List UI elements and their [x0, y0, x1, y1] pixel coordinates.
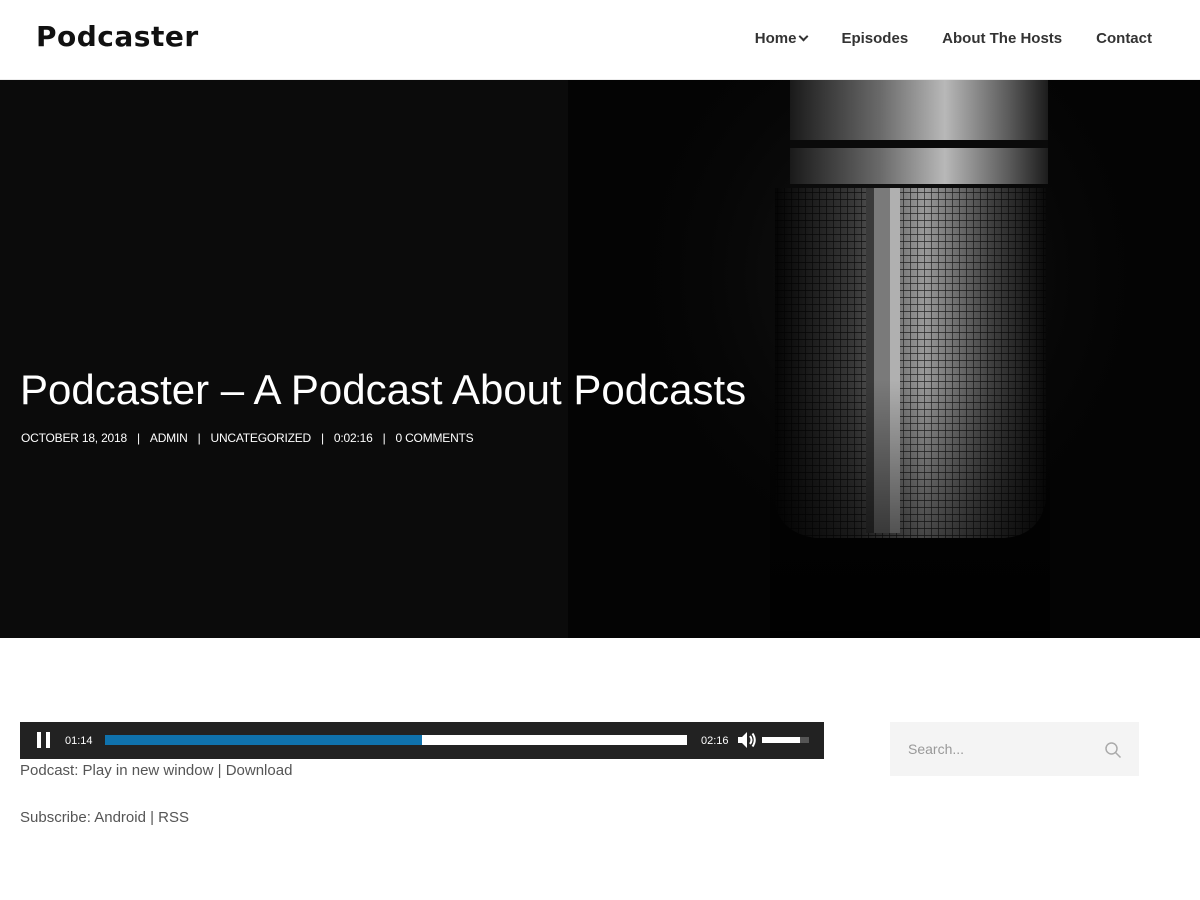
progress-track[interactable]	[105, 735, 687, 745]
search-icon[interactable]	[1104, 741, 1122, 759]
download-link[interactable]: Download	[226, 762, 293, 779]
microphone-image	[640, 80, 1140, 638]
meta-separator: |	[382, 431, 386, 445]
volume-icon[interactable]	[737, 731, 757, 749]
volume-slider[interactable]	[762, 737, 809, 743]
search-input[interactable]	[908, 737, 1088, 761]
podcast-links: Podcast: Play in new window | Download	[20, 762, 292, 779]
play-new-window-link[interactable]: Play in new window	[83, 762, 214, 779]
progress-fill	[105, 735, 422, 745]
duration-time: 02:16	[701, 735, 729, 747]
podcast-label: Podcast:	[20, 762, 79, 779]
hero-banner: Podcaster – A Podcast About Podcasts OCT…	[0, 80, 1200, 638]
subscribe-label: Subscribe:	[20, 809, 91, 826]
nav-item-episodes[interactable]: Episodes	[841, 30, 908, 47]
nav-home-label: Home	[754, 30, 797, 47]
site-logo[interactable]: Podcaster	[36, 20, 199, 53]
post-duration: 0:02:16	[333, 431, 373, 445]
audio-player: 01:14 02:16	[20, 722, 824, 759]
nav-item-about-hosts[interactable]: About The Hosts	[942, 30, 1062, 47]
post-category[interactable]: UNCATEGORIZED	[210, 431, 311, 445]
main-nav: Home Episodes About The Hosts Contact	[755, 30, 1152, 47]
site-header: Podcaster Home Episodes About The Hosts …	[0, 0, 1200, 80]
post-author[interactable]: ADMIN	[150, 431, 188, 445]
current-time: 01:14	[65, 735, 93, 747]
post-meta: OCTOBER 18, 2018 | ADMIN | UNCATEGORIZED…	[21, 431, 474, 445]
post-date[interactable]: OCTOBER 18, 2018	[21, 431, 127, 445]
post-comments[interactable]: 0 COMMENTS	[395, 431, 473, 445]
chevron-down-icon	[799, 31, 809, 42]
android-link[interactable]: Android	[94, 809, 146, 826]
search-widget	[890, 722, 1139, 776]
pause-button[interactable]	[37, 732, 51, 748]
volume-fill	[762, 737, 800, 743]
meta-separator: |	[197, 431, 201, 445]
post-title: Podcaster – A Podcast About Podcasts	[20, 366, 747, 413]
nav-item-home[interactable]: Home	[754, 30, 809, 47]
subscribe-links: Subscribe: Android | RSS	[20, 809, 189, 826]
link-separator: |	[217, 762, 222, 779]
meta-separator: |	[136, 431, 140, 445]
meta-separator: |	[321, 431, 324, 445]
rss-link[interactable]: RSS	[158, 809, 189, 826]
nav-item-contact[interactable]: Contact	[1096, 30, 1152, 47]
link-separator: |	[150, 809, 154, 826]
